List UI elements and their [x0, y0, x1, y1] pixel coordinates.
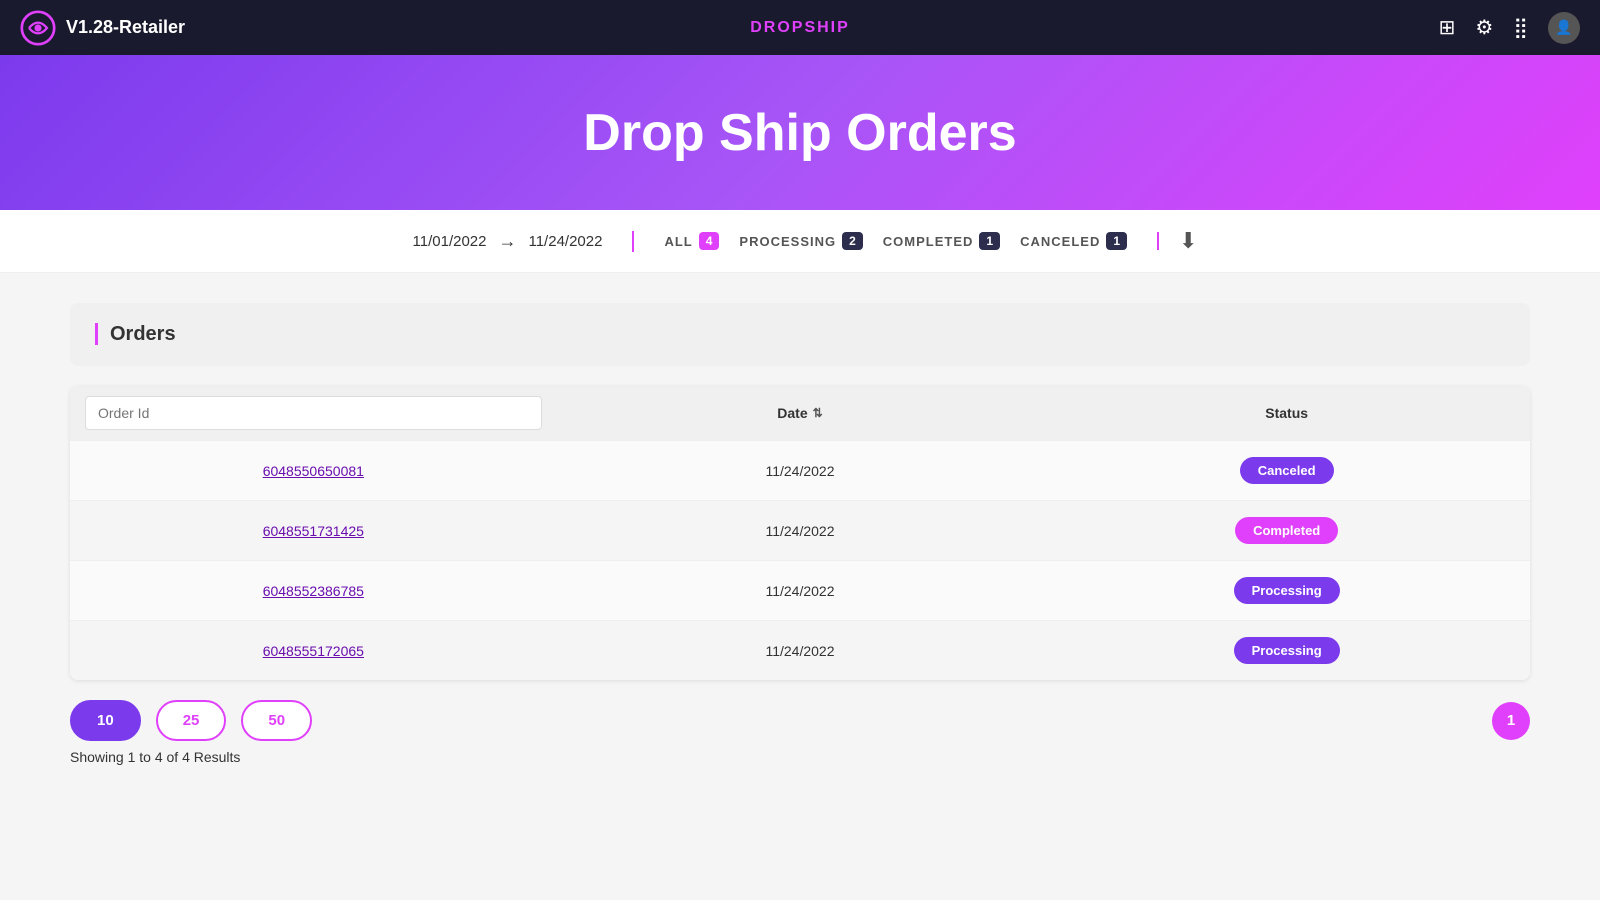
tab-canceled-label: CANCELED: [1020, 234, 1100, 249]
date-cell: 11/24/2022: [557, 441, 1044, 500]
order-id-link[interactable]: 6048551731425: [263, 523, 364, 539]
date-cell: 11/24/2022: [557, 501, 1044, 560]
order-id-cell: 6048552386785: [70, 561, 557, 620]
page-1-button[interactable]: 1: [1492, 702, 1530, 740]
page-banner: Drop Ship Orders: [0, 55, 1600, 210]
filter-tabs: ALL 4 PROCESSING 2 COMPLETED 1 CANCELED …: [634, 232, 1159, 250]
tab-canceled-badge: 1: [1106, 232, 1127, 250]
order-id-input[interactable]: [85, 396, 542, 430]
status-col-label: Status: [1265, 405, 1308, 421]
date-to: 11/24/2022: [528, 233, 602, 250]
search-cell: [70, 386, 557, 440]
nav-center-label: DROPSHIP: [750, 19, 850, 37]
user-avatar[interactable]: 👤: [1548, 12, 1580, 44]
tab-completed[interactable]: COMPLETED 1: [883, 232, 1000, 250]
table-header: Date ⇅ Status: [70, 386, 1530, 440]
status-cell: Canceled: [1043, 441, 1530, 500]
sort-icon: ⇅: [813, 406, 823, 420]
table-row: 6048551731425 11/24/2022 Completed: [70, 500, 1530, 560]
table-icon[interactable]: ⊞: [1439, 15, 1456, 40]
app-logo: V1.28-Retailer: [20, 10, 185, 46]
date-cell: 11/24/2022: [557, 621, 1044, 680]
download-button[interactable]: ⬇: [1179, 228, 1197, 254]
status-badge: Processing: [1234, 577, 1340, 604]
table-row: 6048552386785 11/24/2022 Processing: [70, 560, 1530, 620]
per-page-50-button[interactable]: 50: [241, 700, 312, 741]
per-page-25-button[interactable]: 25: [156, 700, 227, 741]
order-id-cell: 6048551731425: [70, 501, 557, 560]
tab-completed-label: COMPLETED: [883, 234, 974, 249]
date-from: 11/01/2022: [413, 233, 487, 250]
orders-section: Orders: [70, 303, 1530, 366]
page-title: Drop Ship Orders: [583, 103, 1016, 163]
status-cell: Completed: [1043, 501, 1530, 560]
main-content: Orders Date ⇅ Status 6048550650081 11/24…: [0, 273, 1600, 795]
order-id-link[interactable]: 6048552386785: [263, 583, 364, 599]
tab-processing[interactable]: PROCESSING 2: [739, 232, 862, 250]
logo-icon: [20, 10, 56, 46]
status-badge: Processing: [1234, 637, 1340, 664]
nav-right-icons: ⊞ ⚙ ⣿ 👤: [1439, 12, 1580, 44]
tab-processing-label: PROCESSING: [739, 234, 836, 249]
status-col-header: Status: [1043, 386, 1530, 440]
date-col-label: Date: [777, 405, 807, 421]
tab-all-badge: 4: [699, 232, 720, 250]
orders-table: Date ⇅ Status 6048550650081 11/24/2022 C…: [70, 386, 1530, 680]
tab-all[interactable]: ALL 4: [664, 232, 719, 250]
tab-canceled[interactable]: CANCELED 1: [1020, 232, 1127, 250]
tab-all-label: ALL: [664, 234, 692, 249]
tab-completed-badge: 1: [979, 232, 1000, 250]
order-id-cell: 6048550650081: [70, 441, 557, 500]
per-page-10-button[interactable]: 10: [70, 700, 141, 741]
order-id-link[interactable]: 6048555172065: [263, 643, 364, 659]
orders-heading: Orders: [95, 323, 176, 345]
showing-text: Showing 1 to 4 of 4 Results: [70, 749, 1530, 765]
table-body: 6048550650081 11/24/2022 Canceled 604855…: [70, 440, 1530, 680]
status-cell: Processing: [1043, 621, 1530, 680]
grid-icon[interactable]: ⣿: [1513, 15, 1528, 40]
date-cell: 11/24/2022: [557, 561, 1044, 620]
status-badge: Canceled: [1240, 457, 1334, 484]
order-id-cell: 6048555172065: [70, 621, 557, 680]
gear-icon[interactable]: ⚙: [1475, 15, 1493, 40]
arrow-icon: →: [498, 231, 516, 252]
order-id-link[interactable]: 6048550650081: [263, 463, 364, 479]
table-row: 6048550650081 11/24/2022 Canceled: [70, 440, 1530, 500]
filter-bar: 11/01/2022 → 11/24/2022 ALL 4 PROCESSING…: [0, 210, 1600, 273]
date-range: 11/01/2022 → 11/24/2022: [383, 231, 635, 252]
download-section: ⬇: [1159, 228, 1217, 254]
tab-processing-badge: 2: [842, 232, 863, 250]
app-version: V1.28-Retailer: [66, 17, 185, 38]
date-col-header: Date ⇅: [557, 386, 1044, 440]
status-cell: Processing: [1043, 561, 1530, 620]
status-badge: Completed: [1235, 517, 1338, 544]
top-nav: V1.28-Retailer DROPSHIP ⊞ ⚙ ⣿ 👤: [0, 0, 1600, 55]
pagination-bar: 10 25 50 1: [70, 700, 1530, 741]
table-row: 6048555172065 11/24/2022 Processing: [70, 620, 1530, 680]
